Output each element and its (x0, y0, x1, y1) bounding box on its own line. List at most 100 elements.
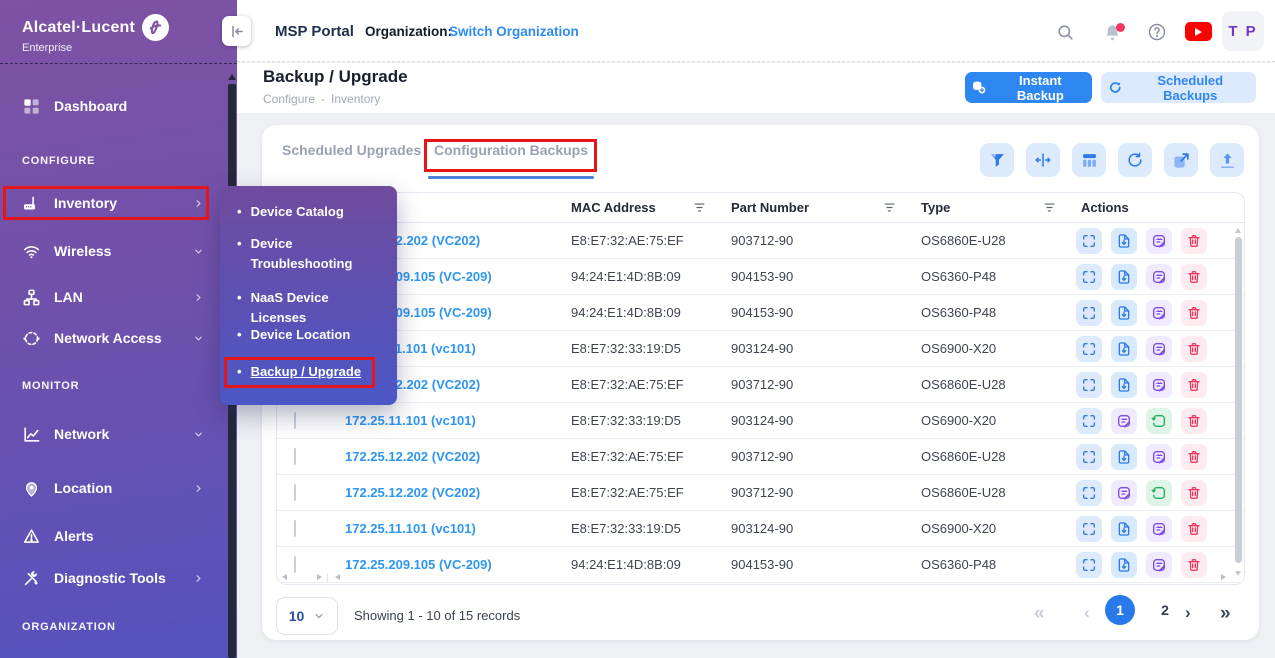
fit-columns-button[interactable] (1026, 143, 1060, 177)
download-action-button[interactable] (1111, 264, 1137, 290)
column-filter-icon[interactable] (692, 200, 707, 215)
sidebar-item-dashboard[interactable]: Dashboard (0, 89, 230, 123)
row-checkbox[interactable] (294, 484, 296, 501)
instant-backup-button[interactable]: Instant Backup (965, 72, 1092, 103)
delete-action-button[interactable] (1181, 372, 1207, 398)
tab-scheduled-upgrades[interactable]: Scheduled Upgrades (282, 142, 421, 158)
pagination-page-1[interactable]: 1 (1105, 595, 1135, 625)
flyout-item-naas-device-licenses[interactable]: •NaaS Device Licenses (237, 288, 385, 327)
row-checkbox[interactable] (294, 448, 296, 465)
delete-action-button[interactable] (1181, 264, 1207, 290)
download-action-button[interactable] (1111, 444, 1137, 470)
table-vertical-scrollbar[interactable] (1235, 237, 1242, 563)
breadcrumb-configure[interactable]: Configure (263, 92, 315, 106)
sidebar-item-location[interactable]: Location (0, 471, 230, 505)
expand-action-button[interactable] (1076, 264, 1102, 290)
flyout-item-device-troubleshooting[interactable]: •Device Troubleshooting (237, 234, 385, 273)
flyout-item-backup-upgrade[interactable]: •Backup / Upgrade (237, 362, 385, 382)
user-avatar[interactable]: T P (1222, 11, 1264, 51)
note-action-button[interactable] (1146, 552, 1172, 578)
pagination-last-button[interactable]: » (1220, 603, 1231, 625)
expand-action-button[interactable] (1076, 444, 1102, 470)
breadcrumb-inventory[interactable]: Inventory (331, 92, 380, 106)
search-icon[interactable] (1055, 22, 1075, 42)
table-scroll-down-arrow[interactable] (1235, 571, 1241, 576)
pagination-first-button[interactable]: « (1034, 603, 1045, 625)
expand-action-button[interactable] (1076, 516, 1102, 542)
restore-action-button[interactable] (1146, 408, 1172, 434)
note-action-button[interactable] (1146, 336, 1172, 362)
expand-action-button[interactable] (1076, 228, 1102, 254)
sidebar-item-network-access[interactable]: Network Access (0, 321, 230, 355)
sidebar-item-lan[interactable]: LAN (0, 280, 230, 314)
sidebar-item-network[interactable]: Network (0, 417, 230, 451)
delete-action-button[interactable] (1181, 300, 1207, 326)
restore-action-button[interactable] (1146, 480, 1172, 506)
download-action-button[interactable] (1111, 552, 1137, 578)
download-action-button[interactable] (1111, 300, 1137, 326)
table-scroll-left-arrow-2[interactable] (335, 574, 340, 580)
table-scroll-right-arrow-2[interactable] (1221, 574, 1226, 580)
sidebar-item-wireless[interactable]: Wireless (0, 234, 230, 268)
switch-organization-link[interactable]: Switch Organization (449, 24, 579, 39)
row-checkbox[interactable] (294, 556, 296, 573)
sidebar-scrollbar-up-arrow[interactable] (228, 74, 236, 80)
columns-button[interactable] (1072, 143, 1106, 177)
note-action-button[interactable] (1111, 408, 1137, 434)
upload-button[interactable] (1210, 143, 1244, 177)
download-action-button[interactable] (1111, 516, 1137, 542)
delete-action-button[interactable] (1181, 552, 1207, 578)
table-scroll-right-arrow[interactable] (317, 574, 322, 580)
expand-action-button[interactable] (1076, 372, 1102, 398)
note-action-button[interactable] (1146, 372, 1172, 398)
sidebar-item-alerts[interactable]: Alerts (0, 519, 230, 553)
sidebar-item-diagnostic-tools[interactable]: Diagnostic Tools (0, 561, 230, 595)
sidebar-collapse-button[interactable] (222, 16, 251, 46)
refresh-button[interactable] (1118, 143, 1152, 177)
note-action-button[interactable] (1111, 480, 1137, 506)
column-filter-icon[interactable] (1042, 200, 1057, 215)
filter-button[interactable] (980, 143, 1014, 177)
export-button[interactable] (1164, 143, 1198, 177)
tab-configuration-backups[interactable]: Configuration Backups (434, 142, 588, 158)
pagination-next-button[interactable]: › (1185, 603, 1191, 623)
delete-action-button[interactable] (1181, 480, 1207, 506)
table-scroll-up-arrow[interactable] (1235, 228, 1241, 233)
row-checkbox[interactable] (294, 520, 296, 537)
device-name-link[interactable]: 172.25.209.105 (VC-209) (327, 557, 561, 572)
download-action-button[interactable] (1111, 372, 1137, 398)
device-name-link[interactable]: 172.25.11.101 (vc101) (327, 521, 561, 536)
flyout-item-device-location[interactable]: •Device Location (237, 325, 385, 345)
download-action-button[interactable] (1111, 336, 1137, 362)
row-checkbox[interactable] (294, 412, 296, 429)
device-name-link[interactable]: 172.25.12.202 (VC202) (327, 485, 561, 500)
sidebar-item-inventory[interactable]: Inventory (0, 186, 230, 220)
delete-action-button[interactable] (1181, 516, 1207, 542)
note-action-button[interactable] (1146, 516, 1172, 542)
expand-action-button[interactable] (1076, 552, 1102, 578)
column-filter-icon[interactable] (882, 200, 897, 215)
note-action-button[interactable] (1146, 444, 1172, 470)
expand-action-button[interactable] (1076, 300, 1102, 326)
delete-action-button[interactable] (1181, 336, 1207, 362)
note-action-button[interactable] (1146, 228, 1172, 254)
notifications-bell-icon[interactable] (1102, 22, 1122, 42)
note-action-button[interactable] (1146, 264, 1172, 290)
expand-action-button[interactable] (1076, 480, 1102, 506)
page-size-select[interactable]: 10 (276, 597, 338, 635)
note-action-button[interactable] (1146, 300, 1172, 326)
device-name-link[interactable]: 172.25.12.202 (VC202) (327, 449, 561, 464)
delete-action-button[interactable] (1181, 444, 1207, 470)
expand-action-button[interactable] (1076, 408, 1102, 434)
table-scroll-left-arrow[interactable] (282, 574, 287, 580)
youtube-icon[interactable] (1185, 22, 1212, 41)
download-action-button[interactable] (1111, 228, 1137, 254)
delete-action-button[interactable] (1181, 228, 1207, 254)
delete-action-button[interactable] (1181, 408, 1207, 434)
pagination-page-2[interactable]: 2 (1150, 595, 1180, 625)
help-icon[interactable] (1147, 22, 1167, 42)
flyout-item-device-catalog[interactable]: •Device Catalog (237, 202, 385, 222)
pagination-prev-button[interactable]: ‹ (1084, 603, 1090, 623)
scheduled-backups-button[interactable]: Scheduled Backups (1101, 72, 1256, 103)
expand-action-button[interactable] (1076, 336, 1102, 362)
